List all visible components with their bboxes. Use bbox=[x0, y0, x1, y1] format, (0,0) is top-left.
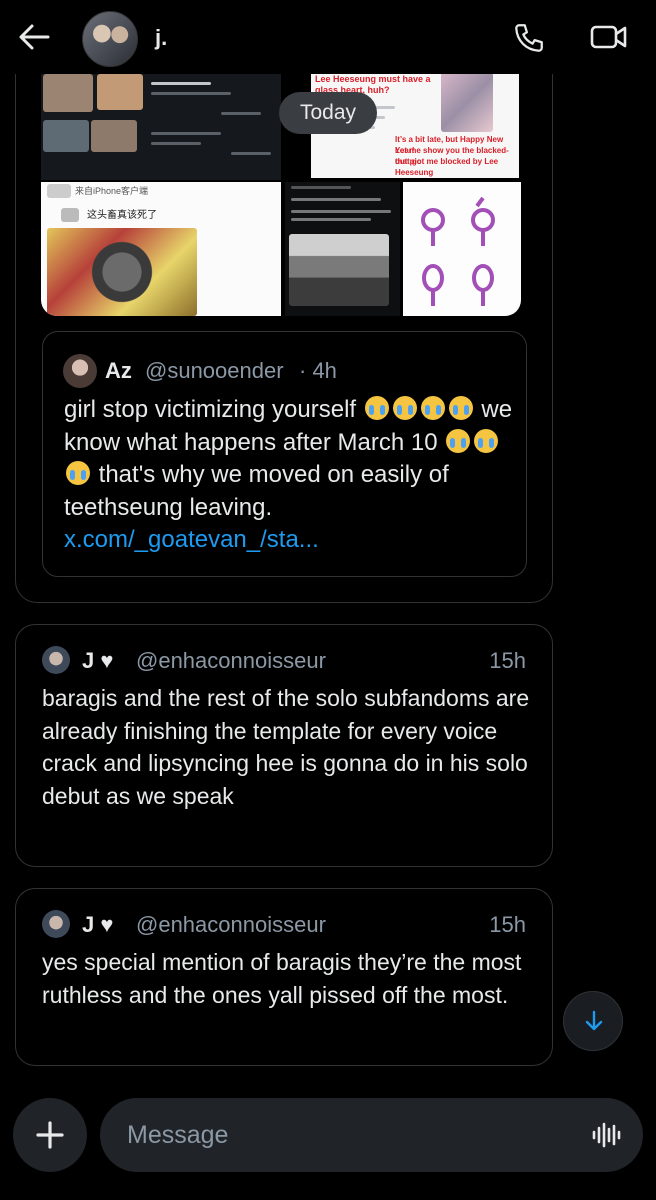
message-text: baragis and the rest of the solo subfand… bbox=[42, 685, 530, 809]
author-name: J ♥ bbox=[82, 912, 114, 937]
conversation-title[interactable]: j. bbox=[155, 25, 167, 51]
add-attachment-button[interactable] bbox=[13, 1098, 87, 1172]
message-bubble[interactable]: J ♥ @enhaconnoisseur 15h yes special men… bbox=[15, 888, 553, 1066]
avatar bbox=[42, 646, 70, 674]
crying-emoji-icon bbox=[420, 396, 445, 420]
crying-emoji-icon bbox=[448, 396, 473, 420]
crying-emoji-icon bbox=[392, 396, 417, 420]
tweet-link[interactable]: x.com/_goatevan_/sta... bbox=[64, 526, 319, 553]
media-image-3[interactable]: 来自iPhone客户端 这头畜真该死了 bbox=[41, 182, 281, 316]
quoted-tweet[interactable]: Az @sunooender · 4h girl stop victimizin… bbox=[42, 331, 527, 577]
phone-icon[interactable] bbox=[512, 21, 546, 55]
message-composer[interactable] bbox=[100, 1098, 643, 1172]
author-handle: @sunooender bbox=[145, 358, 284, 383]
avatar bbox=[63, 354, 97, 388]
video-icon[interactable] bbox=[590, 22, 628, 52]
author-name: Az bbox=[105, 358, 132, 383]
crying-emoji-icon bbox=[446, 428, 471, 453]
arrow-down-icon bbox=[585, 1010, 603, 1031]
message-text: yes special mention of baragis they’re t… bbox=[42, 949, 522, 1008]
avatar[interactable] bbox=[82, 11, 138, 67]
message-time: 15h bbox=[489, 912, 526, 937]
heart-icon: ♥ bbox=[100, 648, 114, 673]
plus-icon bbox=[36, 1121, 64, 1149]
date-separator-pill: Today bbox=[279, 92, 377, 134]
crying-emoji-icon bbox=[66, 461, 90, 485]
author-name: J ♥ bbox=[82, 648, 114, 673]
back-arrow-icon[interactable] bbox=[18, 22, 50, 52]
message-bubble[interactable]: J ♥ @enhaconnoisseur 15h baragis and the… bbox=[15, 624, 553, 867]
message-input[interactable] bbox=[127, 1118, 557, 1152]
avatar bbox=[42, 910, 70, 938]
media-image-1[interactable] bbox=[41, 72, 281, 180]
scroll-to-bottom-button[interactable] bbox=[563, 991, 623, 1051]
crying-emoji-icon bbox=[474, 428, 499, 453]
author-handle: @enhaconnoisseur bbox=[136, 912, 326, 937]
crying-emoji-icon bbox=[364, 396, 389, 420]
conversation-header: j. bbox=[0, 0, 656, 74]
media-image-5[interactable] bbox=[403, 182, 521, 316]
author-handle: @enhaconnoisseur bbox=[136, 648, 326, 673]
voice-message-icon[interactable] bbox=[591, 1120, 621, 1150]
message-time: 15h bbox=[489, 648, 526, 673]
post-time: · 4h bbox=[299, 358, 337, 383]
heart-icon: ♥ bbox=[100, 912, 114, 937]
media-image-4[interactable] bbox=[285, 182, 400, 316]
quote-text: girl stop victimizing yourself we know w… bbox=[64, 396, 513, 553]
